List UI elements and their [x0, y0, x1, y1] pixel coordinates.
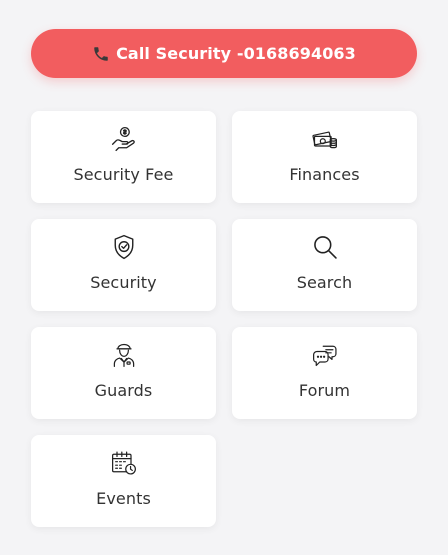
tile-label: Events	[96, 489, 151, 508]
hand-coin-icon	[110, 125, 138, 153]
calendar-clock-icon	[110, 449, 138, 477]
tile-security-fee[interactable]: Security Fee	[31, 111, 216, 203]
tile-guards[interactable]: Guards	[31, 327, 216, 419]
tile-label: Security	[90, 273, 157, 292]
chat-bubbles-icon	[311, 341, 339, 369]
tile-events[interactable]: Events	[31, 435, 216, 527]
tile-search[interactable]: Search	[232, 219, 417, 311]
shield-check-icon	[110, 233, 138, 261]
tile-label: Guards	[94, 381, 153, 400]
tile-finances[interactable]: Finances	[232, 111, 417, 203]
tile-label: Finances	[289, 165, 360, 184]
tile-label: Forum	[298, 381, 351, 400]
call-security-label: Call Security -0168694063	[116, 44, 356, 63]
phone-icon	[92, 45, 110, 63]
call-security-button[interactable]: Call Security -0168694063	[31, 29, 417, 78]
tile-label: Security Fee	[73, 165, 174, 184]
cash-coins-icon	[311, 125, 339, 153]
tile-security[interactable]: Security	[31, 219, 216, 311]
tile-forum[interactable]: Forum	[232, 327, 417, 419]
search-icon	[311, 233, 339, 261]
tile-label: Search	[296, 273, 353, 292]
guard-icon	[110, 341, 138, 369]
